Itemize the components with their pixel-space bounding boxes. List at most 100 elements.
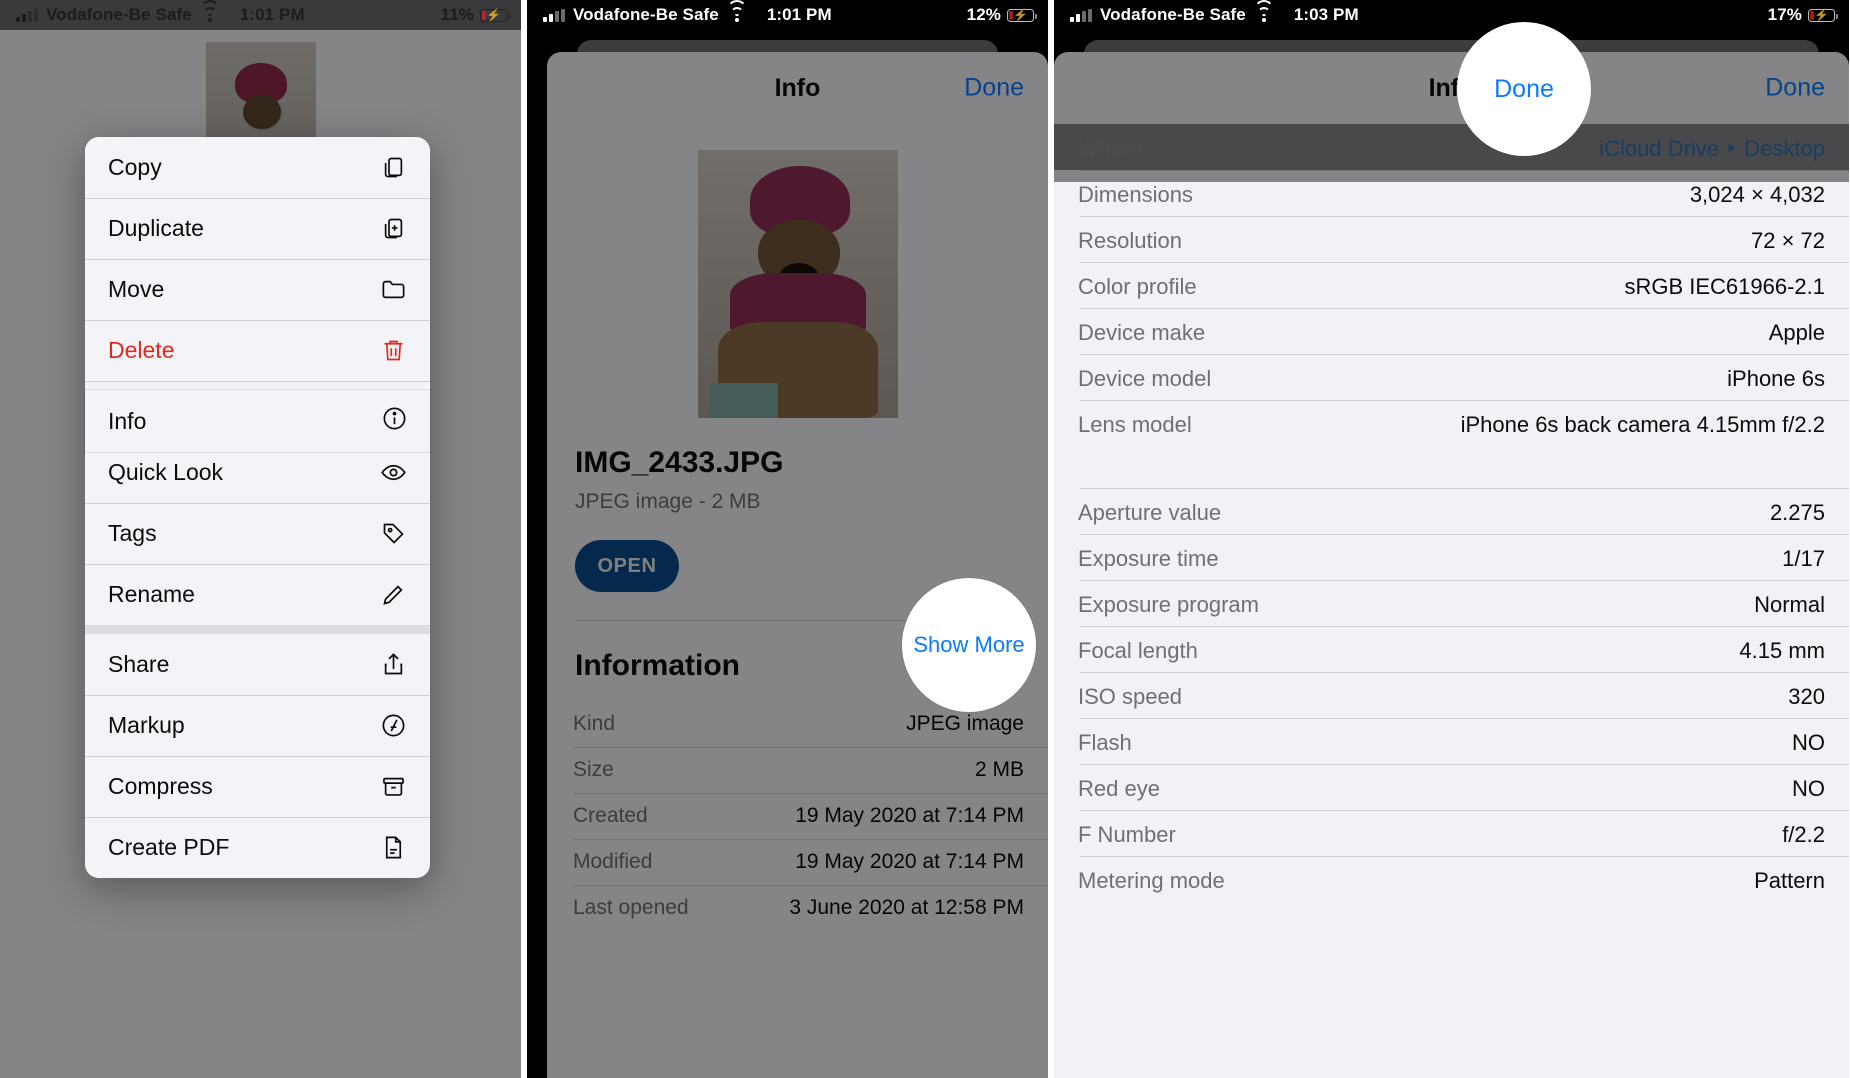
menu-item-label: Compress	[108, 773, 213, 799]
menu-item-markup[interactable]: Markup	[85, 695, 430, 756]
menu-item-label: Duplicate	[108, 215, 204, 241]
screenshot-panel-3: Info Done Where iCloud Drive ‣ Desktop D…	[1054, 0, 1849, 1078]
battery-charging-icon: ⚡	[1007, 8, 1037, 22]
row-value: 3 June 2020 at 12:58 PM	[789, 896, 1024, 919]
menu-item-label: Move	[108, 276, 165, 302]
table-row: Flash NO	[1054, 718, 1849, 764]
folder-icon	[378, 275, 408, 305]
show-more-button[interactable]: Show More	[913, 632, 1024, 658]
done-button-spotlight[interactable]: Done	[1494, 75, 1554, 104]
row-key: Dimensions	[1078, 182, 1193, 207]
battery-percent-2: 12%	[966, 5, 1001, 24]
table-row-where[interactable]: Where iCloud Drive ‣ Desktop	[1054, 124, 1849, 170]
carrier-label-1: Vodafone-Be Safe	[46, 5, 192, 24]
menu-item-share[interactable]: Share	[85, 634, 430, 695]
table-row: Lens model iPhone 6s back camera 4.15mm …	[1054, 400, 1849, 488]
menu-item-copy[interactable]: Copy	[85, 137, 430, 198]
table-row: Aperture value 2.275	[1054, 488, 1849, 534]
row-value-link[interactable]: iCloud Drive ‣ Desktop	[1583, 124, 1825, 162]
battery-charging-icon: ⚡	[1808, 8, 1838, 22]
tag-icon	[378, 519, 408, 549]
row-value: Pattern	[1754, 868, 1825, 893]
row-key: F Number	[1078, 822, 1176, 847]
menu-item-label: Share	[108, 651, 170, 677]
information-row-list: Kind JPEG image Size 2 MB Created 19 May…	[547, 701, 1048, 931]
menu-item-label: Quick Look	[108, 459, 224, 485]
menu-group-separator	[85, 625, 430, 634]
row-value: Apple	[1768, 320, 1825, 345]
info-sheet-3: Info Done Where iCloud Drive ‣ Desktop D…	[1054, 52, 1849, 1078]
row-key: Aperture value	[1078, 500, 1222, 525]
row-key: Last opened	[573, 896, 689, 919]
sheet-title-2: Info	[774, 73, 821, 102]
highlighted-menu-item-info[interactable]: Info	[85, 390, 430, 452]
battery-percent-1: 11%	[440, 5, 474, 24]
row-value: 19 May 2020 at 7:14 PM	[795, 804, 1024, 827]
row-key: Exposure program	[1078, 592, 1259, 617]
row-value: 2 MB	[974, 758, 1024, 781]
file-meta: JPEG image - 2 MB	[575, 490, 761, 513]
status-bar-1: Vodafone-Be Safe 1:01 PM 11% ⚡	[0, 0, 521, 30]
row-value: 72 × 72	[1750, 228, 1825, 253]
menu-item-label: Delete	[108, 337, 175, 363]
row-value: Normal	[1754, 592, 1825, 617]
menu-item-label: Copy	[108, 154, 162, 180]
markup-icon	[378, 711, 408, 741]
battery-percent-3: 17%	[1767, 5, 1802, 24]
row-key: Lens model	[1078, 412, 1192, 437]
file-preview-image	[697, 150, 898, 418]
menu-item-move[interactable]: Move	[85, 259, 430, 320]
spotlight-done[interactable]: Done	[1457, 22, 1591, 156]
three-screenshot-comparison: Vodafone-Be Safe 1:01 PM 11% ⚡ Copy Dupl…	[0, 0, 1850, 1078]
row-value: iPhone 6s	[1727, 366, 1825, 391]
sheet-navbar-2: Info Done	[547, 52, 1048, 124]
row-key: Where	[1078, 136, 1143, 161]
row-value: NO	[1792, 776, 1825, 801]
carrier-label-2: Vodafone-Be Safe	[573, 5, 719, 24]
row-key: Flash	[1078, 730, 1132, 755]
menu-item-create-pdf[interactable]: Create PDF	[85, 817, 430, 878]
highlighted-menu-item-label: Info	[108, 407, 147, 434]
cellular-signal-icon	[543, 8, 565, 22]
menu-item-compress[interactable]: Compress	[85, 756, 430, 817]
menu-item-label: Markup	[108, 712, 185, 738]
screenshot-panel-2: Info Done IMG_2433.JPG JPEG image - 2 MB…	[527, 0, 1048, 1078]
menu-item-duplicate[interactable]: Duplicate	[85, 198, 430, 259]
clock-3: 1:03 PM	[1293, 5, 1359, 24]
row-key: Kind	[573, 712, 616, 735]
open-button[interactable]: OPEN	[575, 540, 679, 592]
table-row: Dimensions 3,024 × 4,032	[1054, 170, 1849, 216]
metadata-row-list: Where iCloud Drive ‣ Desktop Dimensions …	[1054, 124, 1849, 902]
wifi-icon	[726, 0, 747, 22]
menu-item-label: Rename	[108, 581, 195, 607]
cellular-signal-icon	[1070, 8, 1092, 22]
row-key: ISO speed	[1078, 684, 1182, 709]
menu-item-delete[interactable]: Delete	[85, 320, 430, 381]
menu-item-tags[interactable]: Tags	[85, 503, 430, 564]
pencil-icon	[378, 580, 408, 610]
row-key: Device make	[1078, 320, 1206, 345]
row-value: f/2.2	[1782, 822, 1825, 847]
table-row: Metering mode Pattern	[1054, 856, 1849, 902]
row-value: 1/17	[1782, 546, 1825, 571]
context-menu[interactable]: Copy Duplicate Move Delete Info Quick Lo…	[85, 137, 430, 878]
status-bar-3: Vodafone-Be Safe 1:03 PM 17% ⚡	[1054, 0, 1849, 30]
row-value: iPhone 6s back camera 4.15mm f/2.2	[1460, 412, 1825, 437]
row-value: NO	[1792, 730, 1825, 755]
carrier-label-3: Vodafone-Be Safe	[1100, 5, 1246, 24]
table-row: Device make Apple	[1054, 308, 1849, 354]
table-row: Color profile sRGB IEC61966-2.1	[1054, 262, 1849, 308]
row-value: 19 May 2020 at 7:14 PM	[795, 850, 1024, 873]
row-value: 4.15 mm	[1739, 638, 1825, 663]
menu-item-rename[interactable]: Rename	[85, 564, 430, 625]
clock-1: 1:01 PM	[239, 5, 305, 24]
done-button-3[interactable]: Done	[1765, 74, 1825, 103]
table-row: Size 2 MB	[547, 747, 1048, 793]
share-icon	[378, 650, 408, 680]
row-key: Device model	[1078, 366, 1212, 391]
table-row: Exposure program Normal	[1054, 580, 1849, 626]
battery-charging-icon: ⚡	[480, 8, 510, 22]
spotlight-show-more[interactable]: Show More	[902, 578, 1036, 712]
info-circle-icon	[381, 405, 408, 438]
done-button-2[interactable]: Done	[964, 74, 1024, 103]
